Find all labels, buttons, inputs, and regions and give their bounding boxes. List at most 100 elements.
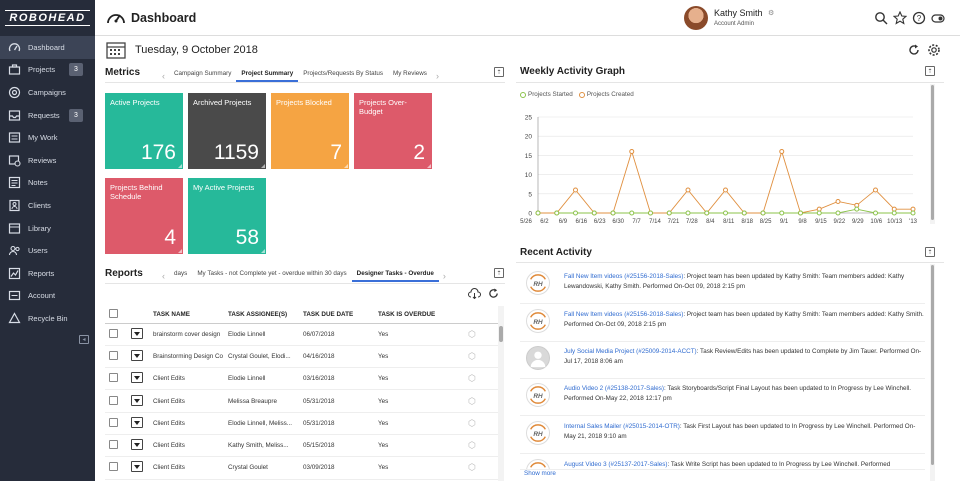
sidebar-item-clients[interactable]: Clients [0, 194, 95, 217]
activity-project-link[interactable]: Fall New Item videos (#25156-2018-Sales) [564, 311, 683, 318]
metric-tile-projects-over-budget[interactable]: Projects Over-Budget 2 [354, 93, 432, 169]
activity-scrollbar[interactable] [930, 264, 935, 481]
row-menu-dropdown[interactable] [131, 461, 143, 473]
sidebar-item-reports[interactable]: Reports [0, 262, 95, 285]
row-checkbox[interactable] [109, 440, 118, 450]
show-more-link[interactable]: Show more [524, 470, 556, 477]
sidebar-item-notes[interactable]: Notes [0, 172, 95, 195]
sidebar-item-recycle-bin[interactable]: Recycle Bin [0, 307, 95, 330]
row-menu-dropdown[interactable] [131, 416, 143, 428]
expand-metrics-icon[interactable]: ⇡ [494, 67, 504, 77]
tab-my-reviews[interactable]: My Reviews [388, 70, 432, 82]
select-all-checkbox[interactable] [109, 308, 118, 318]
row-menu-dropdown[interactable] [131, 394, 143, 406]
table-row[interactable]: Client Edits Crystal Goulet 03/09/2018 Yes ⬡ [105, 456, 498, 480]
gear-icon[interactable] [927, 43, 941, 57]
calendar-icon[interactable] [106, 41, 126, 59]
sidebar-item-campaigns[interactable]: Campaigns [0, 81, 95, 104]
metric-label: Archived Projects [193, 98, 252, 107]
tag-icon[interactable]: ⬡ [468, 373, 476, 383]
activity-project-link[interactable]: Internal Sales Mailer (#25015-2014-OTR) [564, 423, 680, 430]
column-header[interactable]: TASK NAME [149, 306, 224, 324]
y-tick-label: 5 [528, 191, 532, 198]
graph-scrollbar[interactable] [930, 84, 935, 224]
tag-icon[interactable]: ⬡ [468, 351, 476, 361]
table-cell: Client Edits [149, 456, 224, 480]
tag-icon[interactable]: ⬡ [468, 329, 476, 339]
tab-my-tasks-not-complete-yet-overdue-within-30-days[interactable]: My Tasks - not Complete yet - overdue wi… [192, 270, 351, 282]
sidebar-item-reviews[interactable]: Reviews [0, 149, 95, 172]
expand-activity-icon[interactable]: ⇡ [925, 247, 935, 257]
expand-reports-icon[interactable]: ⇡ [494, 268, 504, 278]
tab-campaign-summary[interactable]: Campaign Summary [169, 70, 236, 82]
activity-project-link[interactable]: August Video 3 (#25137-2017-Sales) [564, 461, 668, 468]
column-header[interactable]: TASK ASSIGNEE(S) [224, 306, 299, 324]
row-checkbox[interactable] [109, 350, 118, 360]
metric-tile-active-projects[interactable]: Active Projects 176 [105, 93, 183, 169]
legend-item[interactable]: Projects Created [578, 91, 634, 98]
tab-days[interactable]: days [169, 270, 192, 282]
sidebar-item-my-work[interactable]: My Work [0, 126, 95, 149]
tag-icon[interactable]: ⬡ [468, 440, 476, 450]
user-settings-icon[interactable]: ⚙ [768, 9, 774, 17]
row-menu-dropdown[interactable] [131, 327, 143, 339]
tabs-prev-arrow[interactable]: ‹ [158, 271, 169, 281]
sidebar-item-account[interactable]: Account [0, 285, 95, 308]
star-icon[interactable] [893, 11, 907, 25]
metric-tile-projects-blocked[interactable]: Projects Blocked 7 [271, 93, 349, 169]
tab-project-summary[interactable]: Project Summary [236, 70, 299, 82]
row-menu-dropdown[interactable] [131, 349, 143, 361]
metric-tile-projects-behind-schedule[interactable]: Projects Behind Schedule 4 [105, 178, 183, 254]
row-menu-dropdown[interactable] [131, 372, 143, 384]
tabs-next-arrow[interactable]: › [432, 71, 443, 81]
column-header[interactable]: TASK IS OVERDUE [374, 306, 464, 324]
sidebar-item-requests[interactable]: Requests 3 [0, 104, 95, 127]
activity-project-link[interactable]: Audio Video 2 (#25138-2017-Sales) [564, 385, 664, 392]
table-row[interactable]: Client Edits Elodie Linnell, Meliss... 05/… [105, 412, 498, 435]
row-checkbox[interactable] [109, 328, 118, 338]
avatar[interactable] [684, 6, 708, 30]
user-name[interactable]: Kathy Smith [714, 8, 763, 18]
sidebar-item-library[interactable]: Library [0, 217, 95, 240]
refresh-icon[interactable] [908, 44, 920, 56]
table-row[interactable]: Brainstorming Design Co Crystal Goulet, E… [105, 345, 498, 369]
table-row[interactable]: Client Edits Melissa Breaupre 05/31/2018 Ye… [105, 389, 498, 413]
tabs-prev-arrow[interactable]: ‹ [158, 71, 169, 81]
expand-graph-icon[interactable]: ⇡ [925, 66, 935, 76]
tag-icon[interactable]: ⬡ [468, 396, 476, 406]
row-checkbox[interactable] [109, 373, 118, 383]
tag-column [464, 306, 498, 324]
tag-icon[interactable]: ⬡ [468, 418, 476, 428]
cloud-download-icon[interactable] [468, 288, 481, 299]
activity-project-link[interactable]: July Social Media Project (#25009-2014-A… [564, 348, 697, 355]
row-checkbox[interactable] [109, 417, 118, 427]
sidebar-item-projects[interactable]: Projects 3 [0, 59, 95, 82]
table-row[interactable]: brainstorm cover design Elodie Linnell 06/… [105, 323, 498, 346]
robohead-logo[interactable]: ROBOHEAD [0, 0, 95, 36]
search-icon[interactable] [874, 11, 888, 25]
column-header[interactable]: TASK DUE DATE [299, 306, 374, 324]
help-icon[interactable]: ? [912, 11, 926, 25]
table-row[interactable]: Client Edits Kathy Smith, Meliss... 05/15/… [105, 434, 498, 458]
table-row[interactable]: Client Edits Elodie Linnell 03/16/2018 Yes ⬡ [105, 367, 498, 391]
toggle-icon[interactable] [931, 11, 945, 25]
metric-tile-archived-projects[interactable]: Archived Projects 1159 [188, 93, 266, 169]
tab-projects-requests-by-status[interactable]: Projects/Requests By Status [298, 70, 388, 82]
table-cell: Crystal Goulet [224, 456, 299, 480]
metric-tile-my-active-projects[interactable]: My Active Projects 58 [188, 178, 266, 254]
tab-designer-tasks-overdue[interactable]: Designer Tasks - Overdue [351, 270, 439, 282]
sidebar-item-dashboard[interactable]: Dashboard [0, 36, 95, 59]
reports-scrollbar[interactable] [498, 306, 504, 481]
activity-item: RH Fall New Item videos (#25156-2018-Sale… [520, 306, 925, 342]
sidebar-item-users[interactable]: Users [0, 239, 95, 262]
row-menu-dropdown[interactable] [131, 439, 143, 451]
row-checkbox[interactable] [109, 462, 118, 472]
row-checkbox[interactable] [109, 395, 118, 405]
tabs-next-arrow[interactable]: › [439, 271, 450, 281]
activity-project-link[interactable]: Fall New Item videos (#25156-2018-Sales) [564, 273, 683, 280]
page-title: Dashboard [131, 11, 197, 25]
legend-item[interactable]: Projects Started [520, 91, 573, 98]
reports-refresh-icon[interactable] [488, 288, 499, 299]
collapse-sidebar-button[interactable]: ◂ [79, 335, 89, 344]
tag-icon[interactable]: ⬡ [468, 462, 476, 472]
